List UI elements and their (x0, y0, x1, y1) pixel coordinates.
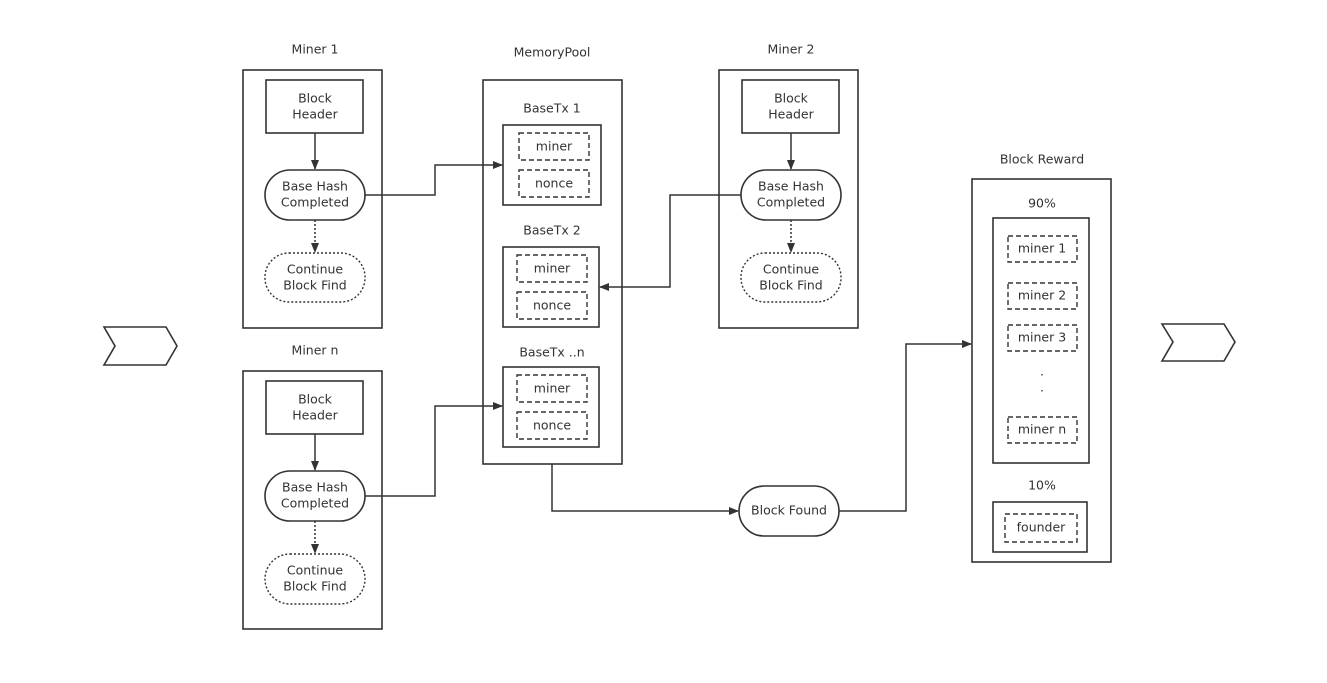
ellipsis-dot: . (1040, 364, 1044, 379)
block-reward-group: Block Reward 90% miner 1 miner 2 miner 3… (971, 152, 1112, 563)
connector-pool-blockfound (551, 464, 739, 515)
field-label: miner 1 (1018, 241, 1066, 256)
node-label: Continue (763, 262, 820, 277)
field-label: miner 3 (1018, 330, 1066, 345)
miner-n-title: Miner n (292, 343, 339, 358)
field-label: miner (536, 139, 573, 154)
field-label: nonce (533, 298, 571, 313)
end-chevron (1160, 323, 1236, 362)
node-label: Continue (287, 262, 344, 277)
field-label: nonce (533, 418, 571, 433)
basetx-title: BaseTx ..n (519, 345, 584, 360)
field-label: miner 2 (1018, 288, 1066, 303)
miners-share-label: 90% (1028, 196, 1056, 211)
node-label: Header (768, 107, 814, 122)
miner-2-group: Miner 2 Block Header Base Hash Completed… (718, 42, 859, 329)
field-label: nonce (535, 176, 573, 191)
miner-n-group: Miner n Block Header Base Hash Completed… (242, 343, 383, 630)
node-label: Base Hash (282, 179, 348, 194)
node-label: Completed (281, 496, 349, 511)
memory-pool-group: MemoryPool BaseTx 1 miner nonce BaseTx 2… (482, 45, 623, 465)
connector-blockfound-reward (839, 340, 972, 512)
memory-pool-title: MemoryPool (514, 45, 591, 60)
block-reward-title: Block Reward (1000, 152, 1084, 167)
connector-miner1-basetx1 (365, 161, 503, 196)
node-label: Base Hash (758, 179, 824, 194)
node-label: Header (292, 107, 338, 122)
node-label: Block (298, 91, 333, 106)
miner-2-title: Miner 2 (768, 42, 815, 57)
miner-1-group: Miner 1 Block Header Base Hash Completed… (242, 42, 383, 329)
field-label: miner (534, 261, 571, 276)
basetx-title: BaseTx 2 (523, 223, 580, 238)
node-label: Base Hash (282, 480, 348, 495)
node-label: Block Find (283, 579, 346, 594)
node-label: Block Find (283, 278, 346, 293)
node-label: Completed (757, 195, 825, 210)
node-label: Block (774, 91, 809, 106)
mining-reward-diagram: Miner 1 Block Header Base Hash Completed… (102, 42, 1236, 630)
founder-share-label: 10% (1028, 478, 1056, 493)
basetx-title: BaseTx 1 (523, 101, 580, 116)
block-found-label: Block Found (751, 503, 827, 518)
field-label: miner n (1018, 422, 1066, 437)
start-chevron (102, 326, 178, 366)
node-label: Block (298, 392, 333, 407)
ellipsis-dot: . (1040, 380, 1044, 395)
node-label: Block Find (759, 278, 822, 293)
node-label: Header (292, 408, 338, 423)
miner-1-title: Miner 1 (292, 42, 339, 57)
connector-minern-basetxn (365, 402, 503, 497)
node-label: Completed (281, 195, 349, 210)
node-label: Continue (287, 563, 344, 578)
field-label: founder (1017, 520, 1067, 535)
field-label: miner (534, 381, 571, 396)
